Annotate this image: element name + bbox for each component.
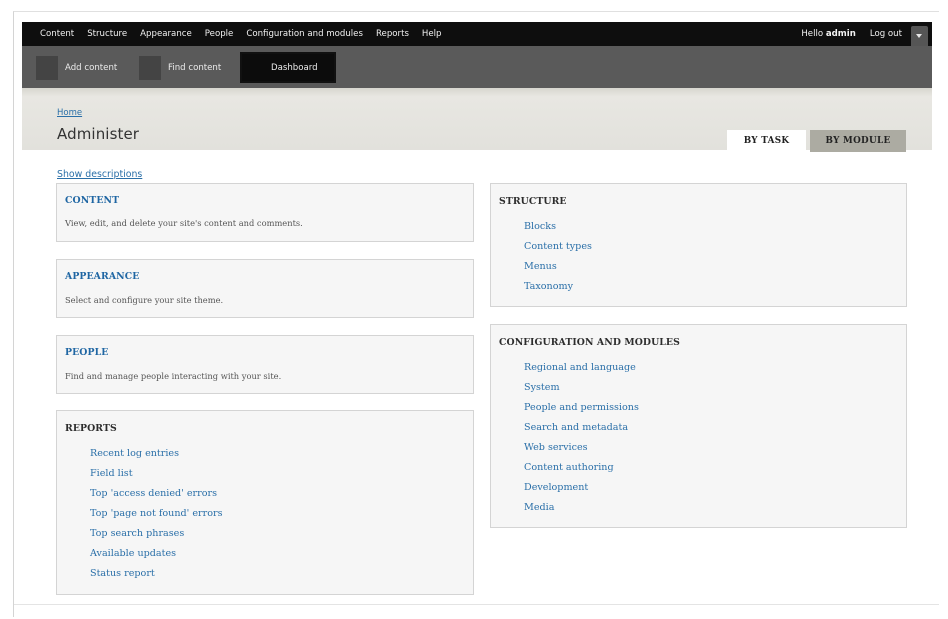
user-area: Hello admin Log out	[801, 22, 902, 46]
menu-item-structure[interactable]: Structure	[87, 29, 127, 39]
panel-title-appearance[interactable]: APPEARANCE	[65, 271, 139, 282]
shortcut-label: Find content	[168, 63, 222, 73]
link-system[interactable]: System	[524, 378, 639, 398]
admin-menu: Content Structure Appearance People Conf…	[40, 22, 455, 46]
panel-content: CONTENT View, edit, and delete your site…	[56, 183, 474, 242]
link-media[interactable]: Media	[524, 498, 639, 518]
tab-by-module[interactable]: BY MODULE	[810, 130, 906, 152]
show-descriptions-link[interactable]: Show descriptions	[57, 169, 142, 180]
link-available-updates[interactable]: Available updates	[90, 544, 223, 564]
shortcuts-toggle-button[interactable]	[911, 26, 928, 46]
panel-description: Select and configure your site theme.	[65, 295, 224, 305]
link-content-authoring[interactable]: Content authoring	[524, 458, 639, 478]
link-menus[interactable]: Menus	[524, 257, 592, 277]
link-content-types[interactable]: Content types	[524, 237, 592, 257]
greeting-prefix: Hello	[801, 29, 826, 39]
panel-structure: STRUCTURE Blocks Content types Menus Tax…	[490, 183, 907, 307]
menu-item-help[interactable]: Help	[422, 29, 442, 39]
menu-item-configuration[interactable]: Configuration and modules	[246, 29, 363, 39]
logout-link[interactable]: Log out	[870, 29, 902, 39]
link-development[interactable]: Development	[524, 478, 639, 498]
link-field-list[interactable]: Field list	[90, 464, 223, 484]
menu-item-appearance[interactable]: Appearance	[140, 29, 192, 39]
panel-description: View, edit, and delete your site's conte…	[65, 218, 303, 228]
panel-configuration: CONFIGURATION AND MODULES Regional and l…	[490, 324, 907, 528]
shortcut-dashboard[interactable]: Dashboard	[240, 52, 336, 83]
link-search-and-metadata[interactable]: Search and metadata	[524, 418, 639, 438]
panel-title-structure: STRUCTURE	[499, 196, 567, 207]
structure-links: Blocks Content types Menus Taxonomy	[524, 217, 592, 297]
page-title: Administer	[57, 125, 140, 143]
panel-title-content[interactable]: CONTENT	[65, 195, 119, 206]
panel-appearance: APPEARANCE Select and configure your sit…	[56, 259, 474, 318]
panel-people: PEOPLE Find and manage people interactin…	[56, 335, 474, 394]
link-status-report[interactable]: Status report	[90, 564, 223, 584]
panel-title-people[interactable]: PEOPLE	[65, 347, 108, 358]
link-recent-log-entries[interactable]: Recent log entries	[90, 444, 223, 464]
tab-by-task[interactable]: BY TASK	[727, 130, 806, 152]
shortcut-icon	[36, 56, 58, 80]
shortcut-find-content[interactable]: Find content	[139, 56, 221, 80]
configuration-links: Regional and language System People and …	[524, 358, 639, 518]
link-top-access-denied[interactable]: Top 'access denied' errors	[90, 484, 223, 504]
link-people-and-permissions[interactable]: People and permissions	[524, 398, 639, 418]
link-blocks[interactable]: Blocks	[524, 217, 592, 237]
shortcut-label: Dashboard	[271, 62, 318, 73]
link-top-page-not-found[interactable]: Top 'page not found' errors	[90, 504, 223, 524]
shortcut-add-content[interactable]: Add content	[36, 56, 117, 80]
menu-item-people[interactable]: People	[205, 29, 234, 39]
shortcuts-bar: Add content Find content Dashboard	[22, 46, 932, 88]
panel-reports: REPORTS Recent log entries Field list To…	[56, 410, 474, 595]
shortcut-label: Add content	[65, 63, 118, 73]
admin-toolbar: Content Structure Appearance People Conf…	[22, 22, 932, 46]
page-bottom-divider	[14, 604, 939, 605]
reports-links: Recent log entries Field list Top 'acces…	[90, 444, 223, 584]
shortcut-icon	[242, 54, 262, 81]
link-taxonomy[interactable]: Taxonomy	[524, 277, 592, 297]
panel-title-configuration: CONFIGURATION AND MODULES	[499, 337, 680, 348]
link-top-search-phrases[interactable]: Top search phrases	[90, 524, 223, 544]
shortcut-icon	[139, 56, 161, 80]
panel-title-reports: REPORTS	[65, 423, 117, 434]
link-web-services[interactable]: Web services	[524, 438, 639, 458]
user-greeting: Hello admin	[801, 29, 856, 39]
menu-item-reports[interactable]: Reports	[376, 29, 409, 39]
link-regional-and-language[interactable]: Regional and language	[524, 358, 639, 378]
menu-item-content[interactable]: Content	[40, 29, 74, 39]
breadcrumb-home[interactable]: Home	[57, 108, 82, 118]
username[interactable]: admin	[826, 29, 856, 39]
panel-description: Find and manage people interacting with …	[65, 371, 282, 381]
